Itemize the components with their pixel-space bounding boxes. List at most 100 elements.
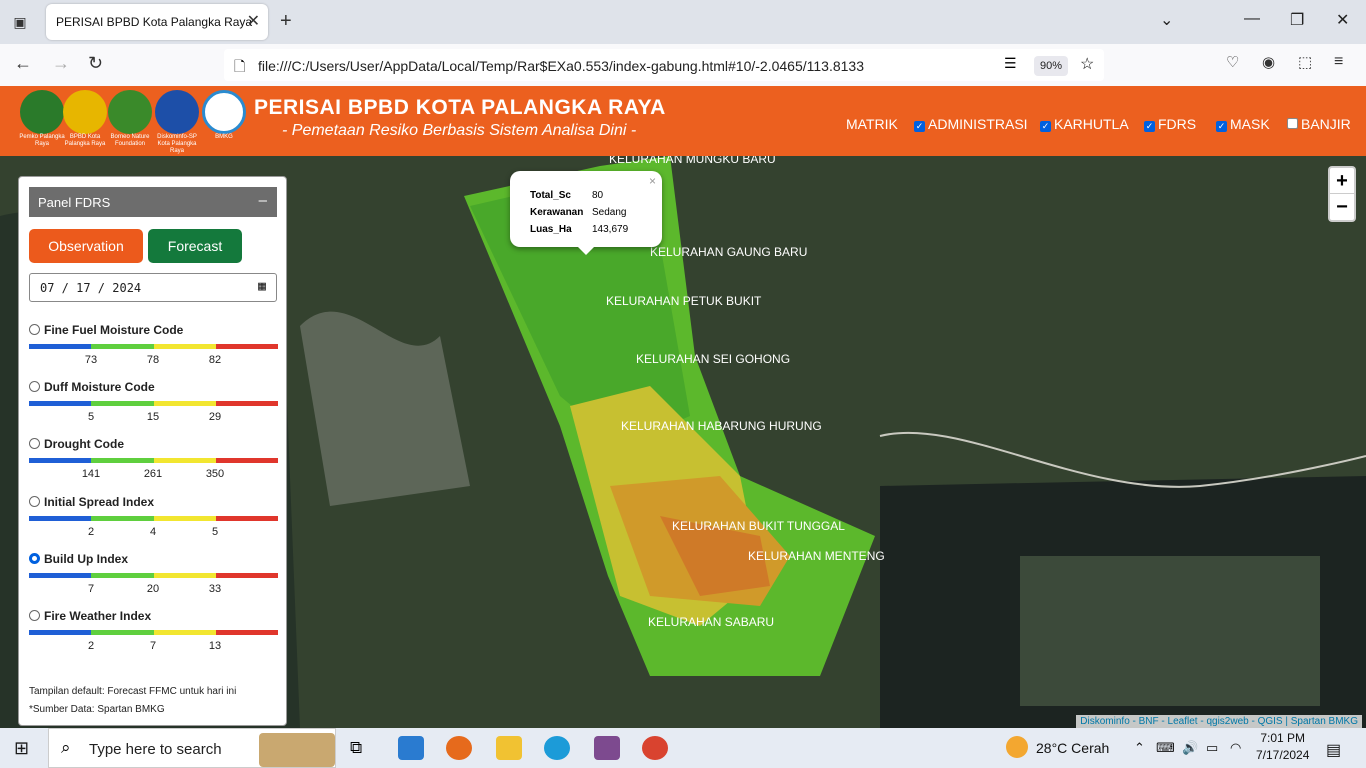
site-header: Pemko Palangka Raya BPBD Kota Palangka R… <box>0 86 1366 156</box>
account-icon[interactable]: ◉ <box>1262 53 1275 71</box>
index-ffmc[interactable]: Fine Fuel Moisture Code 73 78 82 <box>29 323 279 377</box>
weather-icon[interactable] <box>1006 736 1028 758</box>
date-input[interactable]: 07 / 17 / 2024 ▦ <box>29 273 277 302</box>
tick-label: 261 <box>143 468 163 480</box>
forward-icon[interactable]: → <box>52 53 70 74</box>
bmkg-logo <box>202 90 246 134</box>
pemko-logo <box>20 90 64 134</box>
panel-minimize-icon[interactable]: – <box>259 192 267 209</box>
site-subtitle: - Pemetaan Resiko Berbasis Sistem Analis… <box>282 122 637 139</box>
calendar-icon[interactable]: ▦ <box>258 279 266 294</box>
tab-list-icon[interactable]: ▣ <box>8 10 32 34</box>
weather-text[interactable]: 28°C Cerah <box>1036 740 1109 756</box>
address-bar[interactable]: 🗋 file:///C:/Users/User/AppData/Local/Te… <box>224 49 1104 81</box>
menu-icon[interactable]: ≡ <box>1334 53 1343 71</box>
panel-title: Panel FDRS <box>38 195 111 210</box>
index-label: Build Up Index <box>44 552 128 566</box>
reload-icon[interactable]: ↻ <box>88 53 103 74</box>
index-bui[interactable]: Build Up Index 7 20 33 <box>29 552 279 606</box>
index-label: Initial Spread Index <box>44 495 155 509</box>
date-value: 07 / 17 / 2024 <box>40 281 142 295</box>
menu-administrasi[interactable]: ✓ ADMINISTRASI <box>914 116 1028 132</box>
menu-banjir[interactable]: BANJIR <box>1287 116 1351 132</box>
tick-label: 29 <box>208 411 222 423</box>
forecast-button[interactable]: Forecast <box>148 229 242 263</box>
clock[interactable]: 7:01 PM 7/17/2024 <box>1256 731 1309 762</box>
input-method-icon[interactable]: ⌨ <box>1156 740 1175 756</box>
tray-chevron-icon[interactable]: ⌃ <box>1134 740 1145 756</box>
winrar-icon[interactable] <box>594 736 620 760</box>
tick-label: 15 <box>146 411 160 423</box>
zoom-out-button[interactable]: − <box>1330 194 1354 220</box>
checkbox-icon[interactable]: ✓ <box>1040 121 1051 132</box>
index-dmc[interactable]: Duff Moisture Code 5 15 29 <box>29 380 279 434</box>
zoom-control: + − <box>1328 166 1356 222</box>
menu-mask[interactable]: ✓ MASK <box>1216 116 1270 132</box>
mail-icon[interactable] <box>398 736 424 760</box>
menu-fdrs[interactable]: ✓ FDRS <box>1144 116 1196 132</box>
index-color-bar <box>29 401 278 406</box>
index-label: Duff Moisture Code <box>44 380 155 394</box>
volume-icon[interactable]: 🔊 <box>1182 740 1198 756</box>
radio-button[interactable] <box>29 324 40 335</box>
checkbox-icon[interactable]: ✓ <box>914 121 925 132</box>
tick-label: 4 <box>149 526 157 538</box>
browser-tab[interactable]: PERISAI BPBD Kota Palangka Raya ✕ <box>46 4 268 40</box>
diskominfo-logo <box>155 90 199 134</box>
index-isi[interactable]: Initial Spread Index 2 4 5 <box>29 495 279 549</box>
battery-icon[interactable]: ▭ <box>1206 740 1218 756</box>
reader-view-icon[interactable]: ☰ <box>1004 55 1017 72</box>
checkbox-icon[interactable] <box>1287 118 1298 129</box>
pocket-icon[interactable]: ♡ <box>1226 53 1239 71</box>
menu-matrik[interactable]: MATRIK <box>846 116 898 132</box>
popup-tip <box>578 247 594 255</box>
radio-button[interactable] <box>29 438 40 449</box>
tick-label: 5 <box>211 526 219 538</box>
restore-icon[interactable]: ❐ <box>1290 10 1304 30</box>
observation-button[interactable]: Observation <box>29 229 143 263</box>
fdrs-panel: Panel FDRS – Observation Forecast 07 / 1… <box>18 176 287 726</box>
panel-header[interactable]: Panel FDRS – <box>29 187 277 217</box>
index-dc[interactable]: Drought Code 141 261 350 <box>29 437 279 491</box>
tab-title: PERISAI BPBD Kota Palangka Raya <box>56 15 253 29</box>
windows-taskbar: ⊞ ⌕ Type here to search ⧉ 28°C Cerah ⌃ ⌨… <box>0 728 1366 768</box>
url-text: file:///C:/Users/User/AppData/Local/Temp… <box>258 58 864 74</box>
notification-icon[interactable]: ▤ <box>1326 740 1341 760</box>
radio-button[interactable] <box>29 496 40 507</box>
close-window-icon[interactable]: ✕ <box>1336 10 1349 30</box>
back-icon[interactable]: ← <box>14 53 32 74</box>
menu-karhutla[interactable]: ✓ KARHUTLA <box>1040 116 1129 132</box>
popup-row: Kerawanan Sedang <box>530 204 628 221</box>
index-label: Drought Code <box>44 437 124 451</box>
popup-value: 143,679 <box>592 224 629 235</box>
minimize-icon[interactable]: — <box>1244 10 1260 28</box>
windows-start-icon[interactable]: ⊞ <box>14 738 29 759</box>
new-tab-icon[interactable]: + <box>280 10 292 33</box>
task-view-icon[interactable]: ⧉ <box>350 738 362 758</box>
radio-button[interactable] <box>29 381 40 392</box>
edge-icon[interactable] <box>544 736 570 760</box>
radio-button[interactable] <box>29 610 40 621</box>
index-fwi[interactable]: Fire Weather Index 2 7 13 <box>29 609 279 663</box>
chrome-icon[interactable] <box>642 736 668 760</box>
popup-close-icon[interactable]: × <box>649 174 656 188</box>
map-attribution[interactable]: Diskominfo - BNF - Leaflet - qgis2web - … <box>1076 715 1362 728</box>
data-source-note: *Sumber Data: Spartan BMKG <box>29 704 165 715</box>
zoom-level[interactable]: 90% <box>1034 56 1068 76</box>
wifi-icon[interactable]: ◠ <box>1230 740 1241 756</box>
taskbar-search[interactable]: ⌕ Type here to search <box>48 728 336 768</box>
zoom-in-button[interactable]: + <box>1330 168 1354 194</box>
popup-key: Luas_Ha <box>530 224 572 235</box>
file-explorer-icon[interactable] <box>496 736 522 760</box>
checkbox-icon[interactable]: ✓ <box>1216 121 1227 132</box>
map-label: KELURAHAN SABARU <box>648 615 775 629</box>
bookmark-star-icon[interactable]: ☆ <box>1080 54 1094 74</box>
radio-button[interactable] <box>29 553 40 564</box>
firefox-icon[interactable] <box>446 736 472 760</box>
tab-overflow-icon[interactable]: ⌄ <box>1160 10 1173 30</box>
close-tab-icon[interactable]: ✕ <box>247 11 260 31</box>
checkbox-icon[interactable]: ✓ <box>1144 121 1155 132</box>
extensions-icon[interactable]: ⬚ <box>1298 53 1312 71</box>
tick-label: 33 <box>208 583 222 595</box>
search-icon: ⌕ <box>61 738 71 757</box>
